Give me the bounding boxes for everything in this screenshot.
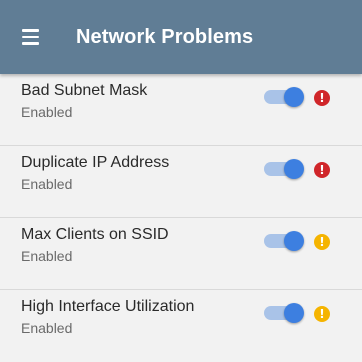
problem-row[interactable]: Bad Subnet Mask Enabled ! [0,74,362,146]
problem-name: High Interface Utilization [21,298,195,315]
problem-row[interactable]: Max Clients on SSID Enabled ! [0,218,362,290]
toggle-thumb [284,231,304,251]
toggle-thumb [284,159,304,179]
page-title: Network Problems [76,25,254,48]
enable-toggle[interactable] [264,231,304,251]
exclamation-circle-icon: ! [314,162,330,178]
problem-status: Enabled [21,104,73,120]
problem-status: Enabled [21,176,73,192]
exclamation-circle-icon: ! [314,306,330,322]
problem-list: Bad Subnet Mask Enabled ! Duplicate IP A… [0,74,362,361]
toggle-thumb [284,303,304,323]
app-screen: Network Problems Bad Subnet Mask Enabled… [0,0,362,362]
enable-toggle[interactable] [264,303,304,323]
exclamation-circle-icon: ! [314,234,330,250]
problem-status: Enabled [21,248,73,264]
problem-name: Max Clients on SSID [21,226,169,243]
enable-toggle[interactable] [264,159,304,179]
exclamation-circle-icon: ! [314,90,330,106]
problem-status: Enabled [21,320,73,336]
problem-row[interactable]: Duplicate IP Address Enabled ! [0,146,362,218]
problem-row[interactable]: High Interface Utilization Enabled ! [0,290,362,361]
hamburger-menu-icon[interactable] [22,25,46,49]
enable-toggle[interactable] [264,87,304,107]
app-bar: Network Problems [0,0,362,74]
problem-name: Duplicate IP Address [21,154,170,171]
problem-name: Bad Subnet Mask [21,82,148,99]
toggle-thumb [284,87,304,107]
